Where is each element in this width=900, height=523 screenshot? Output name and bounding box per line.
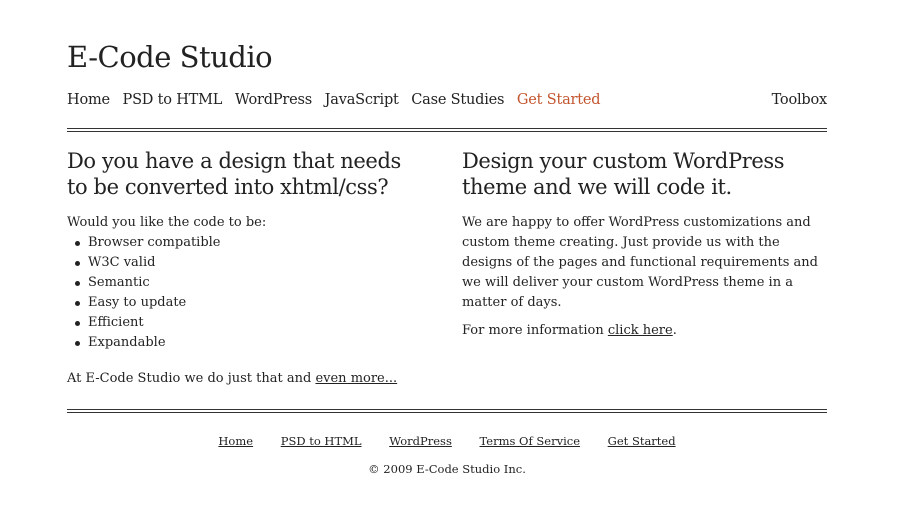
- list-item: Semantic: [75, 273, 427, 293]
- list-item: Efficient: [75, 313, 427, 333]
- site-title[interactable]: E-Code Studio: [67, 40, 273, 74]
- xhtml-css-outro: At E-Code Studio we do just that and eve…: [67, 369, 427, 389]
- even-more-link[interactable]: even more...: [315, 371, 397, 386]
- footer-link-psd-to-html[interactable]: PSD to HTML: [281, 434, 362, 448]
- xhtml-css-intro: Would you like the code to be:: [67, 215, 267, 230]
- more-info-end: .: [672, 323, 677, 338]
- wordpress-more-info: For more information click here.: [462, 321, 827, 341]
- main-nav: Home PSD to HTML WordPress JavaScript Ca…: [67, 92, 827, 114]
- list-item: Expandable: [75, 333, 427, 353]
- more-info-text: For more information: [462, 323, 608, 338]
- list-item: W3C valid: [75, 253, 427, 273]
- footer-link-home[interactable]: Home: [218, 434, 253, 448]
- nav-item-home[interactable]: Home: [67, 92, 110, 108]
- click-here-link[interactable]: click here: [608, 323, 673, 338]
- wordpress-section: Design your custom WordPress theme and w…: [462, 148, 827, 341]
- copyright: © 2009 E-Code Studio Inc.: [368, 462, 526, 476]
- nav-item-get-started[interactable]: Get Started: [517, 92, 601, 108]
- nav-item-wordpress[interactable]: WordPress: [235, 92, 312, 108]
- nav-item-case-studies[interactable]: Case Studies: [411, 92, 504, 108]
- nav-item-psd-to-html[interactable]: PSD to HTML: [123, 92, 223, 108]
- footer-link-wordpress[interactable]: WordPress: [389, 434, 452, 448]
- xhtml-css-section: Do you have a design that needs to be co…: [67, 148, 427, 389]
- nav-item-toolbox[interactable]: Toolbox: [772, 92, 828, 108]
- wordpress-heading: Design your custom WordPress theme and w…: [462, 149, 785, 199]
- nav-item-javascript[interactable]: JavaScript: [325, 92, 399, 108]
- header-divider: [67, 128, 827, 132]
- footer-nav: Home PSD to HTML WordPress Terms Of Serv…: [67, 434, 827, 448]
- wordpress-body: We are happy to offer WordPress customiz…: [462, 215, 818, 310]
- feature-list: Browser compatible W3C valid Semantic Ea…: [67, 233, 427, 353]
- list-item: Easy to update: [75, 293, 427, 313]
- footer-link-get-started[interactable]: Get Started: [608, 434, 676, 448]
- footer-divider: [67, 409, 827, 413]
- outro-text: At E-Code Studio we do just that and: [67, 371, 316, 386]
- list-item: Browser compatible: [75, 233, 427, 253]
- xhtml-css-heading: Do you have a design that needs to be co…: [67, 149, 401, 199]
- footer-link-terms-of-service[interactable]: Terms Of Service: [480, 434, 581, 448]
